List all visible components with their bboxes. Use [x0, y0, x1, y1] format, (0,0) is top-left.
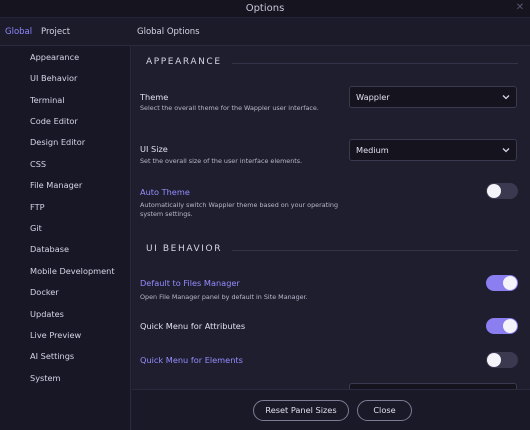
- tab-global[interactable]: Global: [5, 19, 32, 46]
- chevron-down-icon: [502, 95, 510, 100]
- sidebar-item-updates[interactable]: Updates: [30, 306, 64, 322]
- sidebar-item-file-manager[interactable]: File Manager: [30, 177, 82, 193]
- sidebar-item-database[interactable]: Database: [30, 241, 69, 257]
- sidebar-item-system[interactable]: System: [30, 370, 61, 386]
- section-title: Global Options: [137, 27, 200, 37]
- default-files-manager-description: Open File Manager panel by default in Si…: [140, 293, 308, 301]
- sidebar-item-docker[interactable]: Docker: [30, 284, 59, 300]
- heading-divider: [232, 63, 518, 64]
- options-footer: Reset Panel Sizes Close: [132, 389, 530, 430]
- options-content[interactable]: APPEARANCE Theme Select the overall them…: [132, 46, 530, 389]
- quick-menu-attributes-toggle[interactable]: [486, 318, 518, 334]
- default-files-manager-label: Default to Files Manager: [140, 278, 240, 288]
- close-button[interactable]: Close: [357, 400, 412, 421]
- ui-size-select[interactable]: Medium: [349, 139, 517, 161]
- reset-panel-sizes-button[interactable]: Reset Panel Sizes: [253, 400, 349, 421]
- toggle-knob: [503, 276, 517, 290]
- sidebar-item-code-editor[interactable]: Code Editor: [30, 113, 78, 129]
- theme-select-value: Wappler: [356, 92, 390, 102]
- ui-size-description: Set the overall size of the user interfa…: [140, 157, 303, 165]
- chevron-down-icon: [502, 148, 510, 153]
- auto-theme-label: Auto Theme: [140, 187, 190, 197]
- ui-size-select-value: Medium: [356, 145, 389, 155]
- default-files-manager-toggle[interactable]: [486, 275, 518, 291]
- options-topbar: Global Project Global Options: [0, 19, 530, 46]
- ui-size-label: UI Size: [140, 144, 168, 154]
- quick-menu-attributes-label: Quick Menu for Attributes: [140, 321, 246, 331]
- heading-divider: [232, 250, 518, 251]
- window-titlebar: Options ✕: [0, 0, 530, 18]
- sidebar-item-ai-settings[interactable]: AI Settings: [30, 348, 74, 364]
- sidebar-item-ui-behavior[interactable]: UI Behavior: [30, 70, 77, 86]
- ui-behavior-heading: UI BEHAVIOR: [146, 244, 223, 254]
- close-icon[interactable]: ✕: [514, 2, 526, 14]
- auto-theme-toggle[interactable]: [486, 183, 518, 199]
- quick-menu-elements-toggle[interactable]: [486, 352, 518, 368]
- window-title: Options: [245, 3, 285, 14]
- sidebar-item-design-editor[interactable]: Design Editor: [30, 134, 85, 150]
- toggle-knob: [487, 184, 501, 198]
- options-sidebar: Appearance UI Behavior Terminal Code Edi…: [0, 46, 131, 430]
- theme-select[interactable]: Wappler: [349, 86, 517, 108]
- quick-menu-elements-label: Quick Menu for Elements: [140, 355, 243, 365]
- theme-description: Select the overall theme for the Wappler…: [140, 104, 319, 112]
- auto-theme-description: Automatically switch Wappler theme based…: [140, 201, 339, 218]
- toggle-knob: [487, 353, 501, 367]
- toggle-knob: [503, 319, 517, 333]
- sidebar-item-mobile-development[interactable]: Mobile Development: [30, 263, 115, 279]
- sidebar-item-ftp[interactable]: FTP: [30, 199, 45, 215]
- sidebar-item-live-preview[interactable]: Live Preview: [30, 327, 81, 343]
- sidebar-item-terminal[interactable]: Terminal: [30, 92, 65, 108]
- sidebar-item-appearance[interactable]: Appearance: [30, 49, 79, 65]
- theme-label: Theme: [140, 92, 169, 102]
- sidebar-item-css[interactable]: CSS: [30, 156, 46, 172]
- sidebar-item-git[interactable]: Git: [30, 220, 42, 236]
- tab-project[interactable]: Project: [41, 19, 70, 46]
- appearance-heading: APPEARANCE: [146, 57, 222, 67]
